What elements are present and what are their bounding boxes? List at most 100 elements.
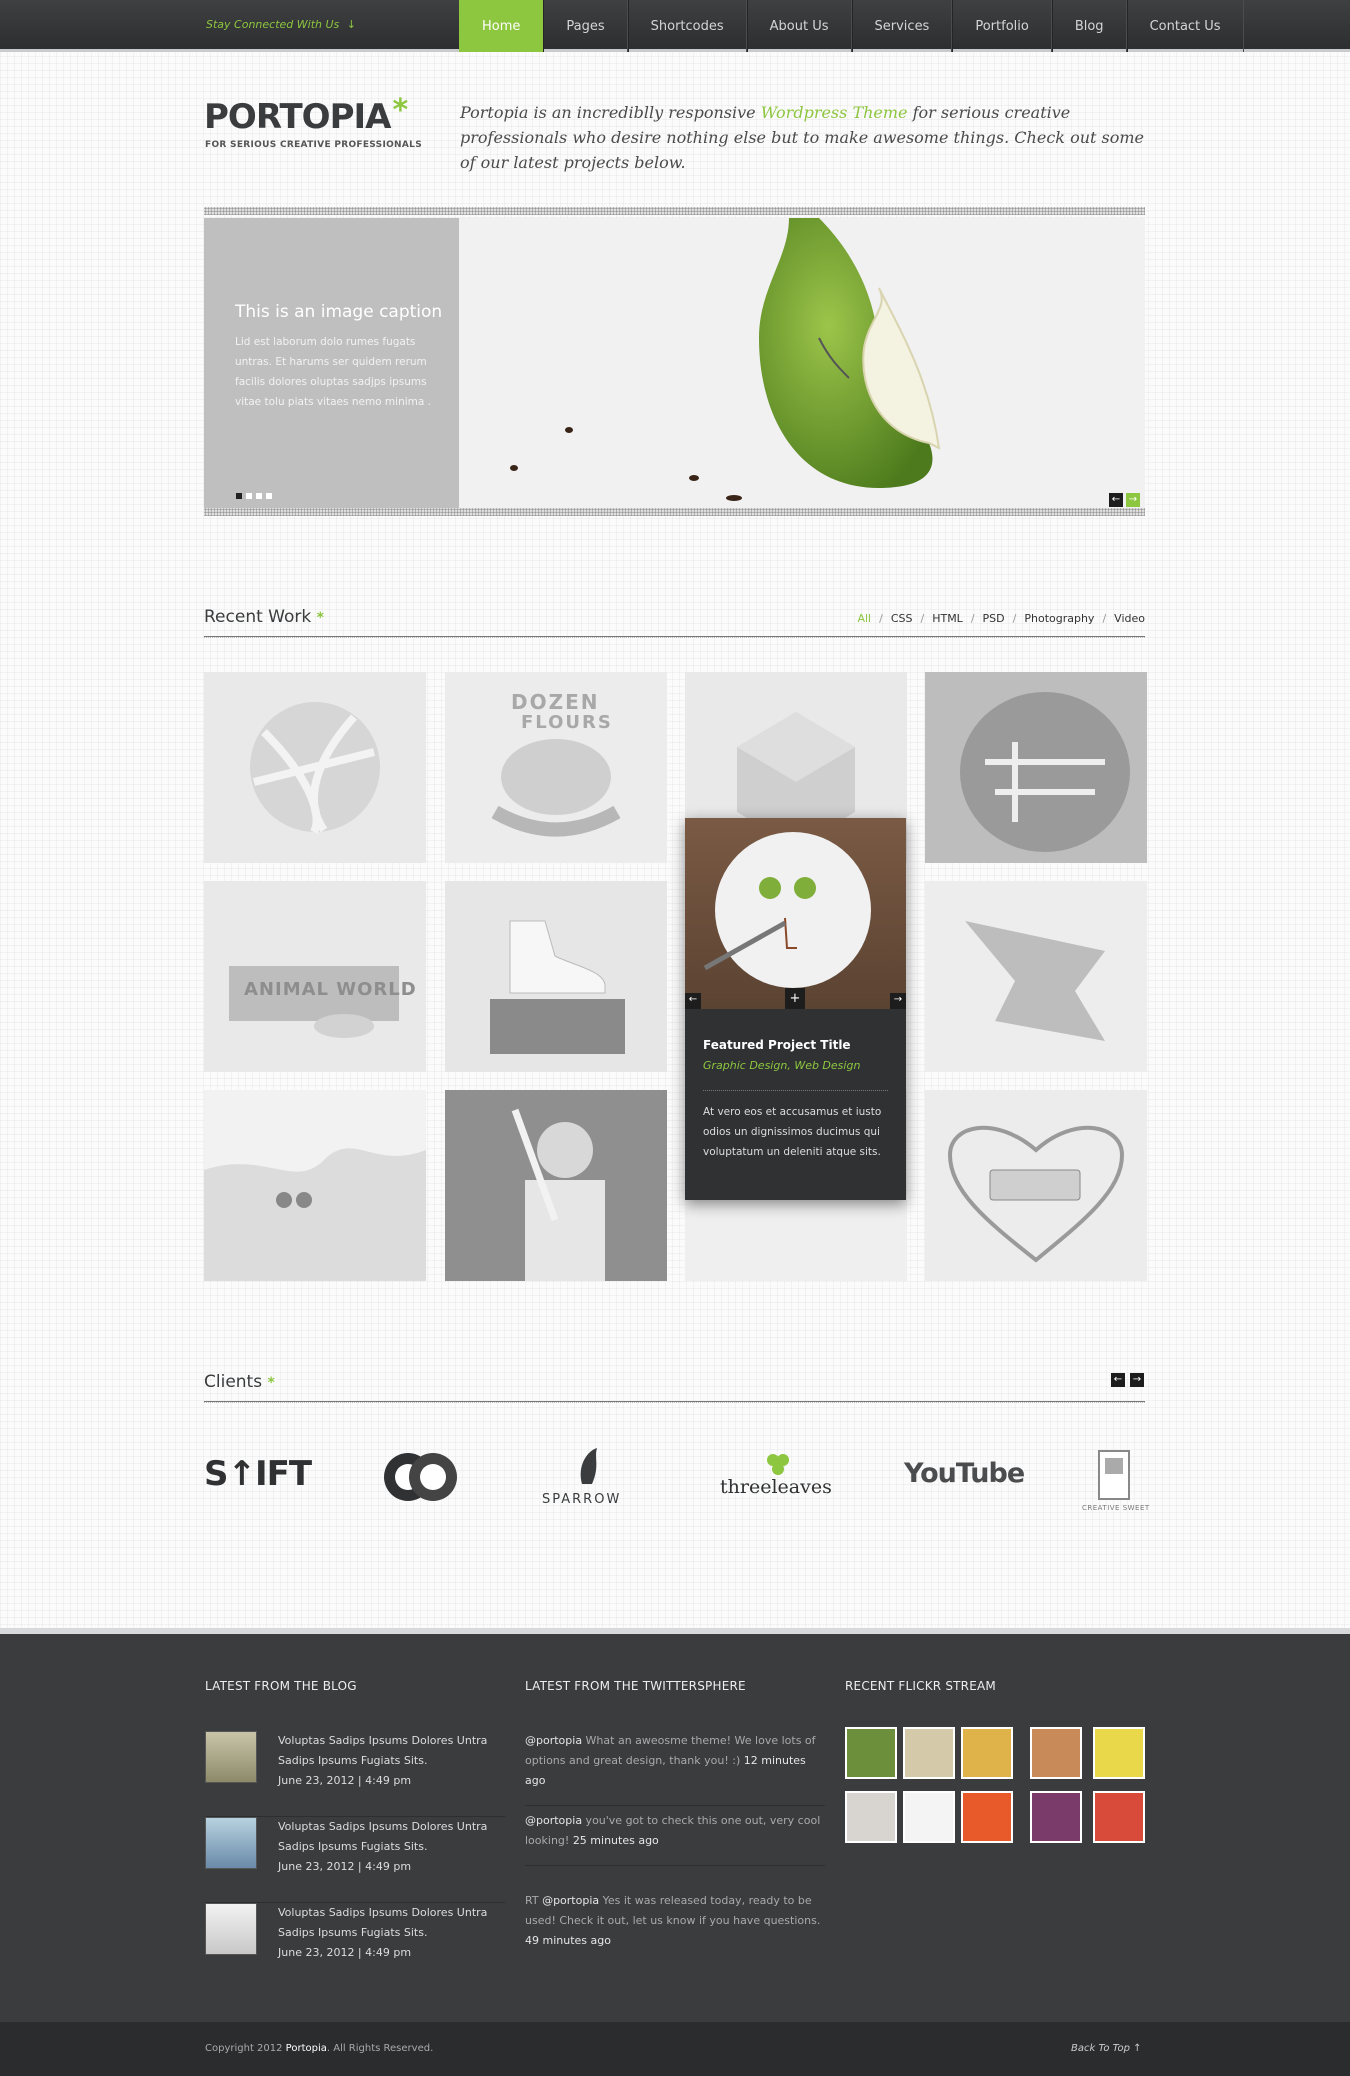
portfolio-item[interactable] — [925, 672, 1147, 863]
featured-image: ← + → — [685, 818, 906, 1009]
nav-portfolio[interactable]: Portfolio — [952, 0, 1052, 52]
flickr-thumbnail[interactable] — [1093, 1791, 1145, 1843]
wordpress-theme-link[interactable]: Wordpress Theme — [761, 103, 908, 122]
tweet-time[interactable]: 25 minutes ago — [573, 1834, 659, 1847]
shattered-figure-art — [965, 921, 1105, 1041]
slider-next-button[interactable]: → — [1126, 493, 1140, 507]
featured-prev-button[interactable]: ← — [685, 993, 701, 1009]
nav-services[interactable]: Services — [851, 0, 953, 52]
filter-photography[interactable]: Photography — [1024, 612, 1094, 625]
tile-label: FLOURS — [521, 712, 613, 733]
blog-post-title[interactable]: Voluptas Sadips Ipsums Dolores Untra Sad… — [278, 1903, 503, 1943]
filter-video[interactable]: Video — [1114, 612, 1145, 625]
featured-categories[interactable]: Graphic Design, Web Design — [703, 1059, 860, 1072]
stay-connected-link[interactable]: Stay Connected With Us ↓ — [206, 18, 356, 31]
section-divider — [204, 1401, 1145, 1403]
intro-before: Portopia is an incrediblly responsive — [460, 103, 761, 122]
blog-post[interactable]: Voluptas Sadips Ipsums Dolores Untra Sad… — [205, 1903, 505, 1989]
filter-separator: / — [970, 612, 975, 625]
client-logo-creative-sweet[interactable]: CREATIVE SWEET — [1082, 1446, 1152, 1516]
recent-work-heading: Recent Work * — [204, 607, 324, 627]
tile-label: ANIMAL WORLD — [244, 979, 417, 1000]
plate-face-art — [703, 832, 871, 988]
flickr-thumbnail[interactable] — [961, 1727, 1013, 1779]
flickr-thumbnail[interactable] — [1030, 1727, 1082, 1779]
copyright-before: Copyright 2012 — [205, 2043, 286, 2054]
flickr-thumbnail[interactable] — [903, 1727, 955, 1779]
client-logo-youtube[interactable]: YouTube — [904, 1458, 1025, 1489]
footer-bottom-bar: Copyright 2012 Portopia. All Rights Rese… — [0, 2022, 1350, 2076]
featured-expand-button[interactable]: + — [785, 988, 805, 1009]
portfolio-item[interactable]: ANIMAL WORLD — [204, 881, 426, 1072]
clients-next-button[interactable]: → — [1130, 1373, 1144, 1387]
copyright-brand-link[interactable]: Portopia — [286, 2043, 327, 2054]
portfolio-item[interactable]: DOZEN FLOURS — [445, 672, 667, 863]
client-logo-oc[interactable] — [381, 1450, 461, 1505]
portfolio-item[interactable] — [925, 1090, 1147, 1281]
blog-thumbnail[interactable] — [205, 1731, 257, 1783]
tweet-handle[interactable]: @portopia — [542, 1894, 599, 1907]
tweet: @portopia What an aweosme theme! We love… — [525, 1731, 825, 1806]
filter-html[interactable]: HTML — [932, 612, 963, 625]
blog-thumbnail[interactable] — [205, 1817, 257, 1869]
logo-text: PORTOPIA — [204, 97, 391, 137]
blog-post-date: June 23, 2012 | 4:49 pm — [278, 1946, 412, 1959]
flickr-thumbnail[interactable] — [845, 1727, 897, 1779]
basketball-art — [250, 702, 380, 834]
nav-contact-us[interactable]: Contact Us — [1126, 0, 1244, 52]
flickr-thumbnail[interactable] — [845, 1791, 897, 1843]
slide-dot[interactable] — [246, 493, 252, 499]
portfolio-item[interactable] — [445, 881, 667, 1072]
site-logo[interactable]: PORTOPIA* — [204, 93, 408, 138]
nav-blog[interactable]: Blog — [1051, 0, 1127, 52]
arrow-up-icon: ↑ — [1133, 2043, 1142, 2054]
nav-about-us[interactable]: About Us — [746, 0, 852, 52]
blog-post-title[interactable]: Voluptas Sadips Ipsums Dolores Untra Sad… — [278, 1731, 503, 1771]
client-logo-threeleaves[interactable]: threeleaves — [718, 1452, 843, 1512]
blog-post-text: Voluptas Sadips Ipsums Dolores Untra Sad… — [278, 1817, 503, 1877]
nav-label: Shortcodes — [650, 18, 724, 34]
tweet-time[interactable]: 49 minutes ago — [525, 1934, 611, 1947]
flickr-thumbnail[interactable] — [961, 1791, 1013, 1843]
featured-project-card[interactable]: ← + → Featured Project Title Graphic Des… — [685, 818, 906, 1200]
flickr-thumbnail[interactable] — [1030, 1791, 1082, 1843]
blog-post[interactable]: Voluptas Sadips Ipsums Dolores Untra Sad… — [205, 1731, 505, 1817]
slide-dot[interactable] — [236, 493, 242, 499]
tweet-handle[interactable]: @portopia — [525, 1814, 582, 1827]
back-to-top-label: Back To Top — [1071, 2043, 1130, 2054]
nav-label: About Us — [769, 18, 829, 34]
clients-prev-button[interactable]: ← — [1111, 1373, 1125, 1387]
featured-title[interactable]: Featured Project Title — [703, 1038, 851, 1052]
football-player-art — [960, 692, 1130, 852]
tweet: RT @portopia Yes it was released today, … — [525, 1891, 825, 1965]
portfolio-item[interactable] — [445, 1090, 667, 1281]
slide-pagination — [236, 484, 276, 503]
footer-twitter-heading: LATEST FROM THE TWITTERSPHERE — [525, 1679, 746, 1693]
tweet-handle[interactable]: @portopia — [525, 1734, 582, 1747]
slide-dot[interactable] — [256, 493, 262, 499]
oc-logo-art — [384, 1453, 457, 1501]
portfolio-item[interactable] — [204, 1090, 426, 1281]
filter-css[interactable]: CSS — [891, 612, 913, 625]
clients-title: Clients — [204, 1372, 263, 1392]
blog-post-title[interactable]: Voluptas Sadips Ipsums Dolores Untra Sad… — [278, 1817, 503, 1857]
portfolio-item[interactable] — [204, 672, 426, 863]
slider-prev-button[interactable]: ← — [1109, 493, 1123, 507]
nav-pages[interactable]: Pages — [543, 0, 628, 52]
client-logo-sparrow[interactable]: SPARROW — [542, 1446, 637, 1516]
flickr-thumbnail[interactable] — [903, 1791, 955, 1843]
filter-all[interactable]: All — [857, 612, 871, 625]
nav-shortcodes[interactable]: Shortcodes — [627, 0, 747, 52]
blog-thumbnail[interactable] — [205, 1903, 257, 1955]
back-to-top-link[interactable]: Back To Top ↑ — [1071, 2043, 1142, 2054]
flickr-thumbnail[interactable] — [1093, 1727, 1145, 1779]
filter-psd[interactable]: PSD — [983, 612, 1005, 625]
nav-home[interactable]: Home — [459, 0, 544, 52]
clover-icon — [767, 1454, 789, 1475]
slide-dot[interactable] — [266, 493, 272, 499]
featured-next-button[interactable]: → — [890, 993, 906, 1009]
blog-post[interactable]: Voluptas Sadips Ipsums Dolores Untra Sad… — [205, 1817, 505, 1903]
portfolio-item[interactable] — [925, 881, 1147, 1072]
client-logo-shift[interactable]: S↑IFT — [204, 1454, 312, 1494]
top-bar: Stay Connected With Us ↓ Home Pages Shor… — [0, 0, 1350, 52]
